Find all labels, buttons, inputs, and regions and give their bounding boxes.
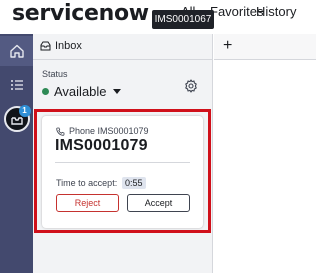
- gear-icon[interactable]: [184, 79, 198, 93]
- nav-history-menu[interactable]: History: [256, 4, 296, 19]
- tab-strip: +: [214, 34, 316, 60]
- inbox-title: Inbox: [55, 40, 82, 52]
- reject-button[interactable]: Reject: [56, 194, 119, 212]
- list-icon: [10, 80, 23, 90]
- top-bar: servicenow All Favorites History IMS0001…: [0, 0, 316, 34]
- left-rail: 1: [0, 34, 33, 273]
- status-value: Available: [54, 83, 107, 99]
- card-title: IMS0001079: [55, 137, 148, 154]
- phone-icon: [56, 127, 65, 136]
- interaction-card[interactable]: Phone IMS0001079 IMS0001079 Time to acce…: [42, 116, 203, 228]
- accept-button[interactable]: Accept: [127, 194, 190, 212]
- home-icon: [9, 44, 24, 58]
- inbox-icon: [40, 41, 51, 51]
- servicenow-logo[interactable]: servicenow: [12, 1, 149, 26]
- status-dot-icon: [42, 87, 49, 95]
- time-to-accept-label: Time to accept:: [56, 178, 118, 188]
- time-to-accept-value: 0:55: [122, 177, 146, 189]
- rail-home-button[interactable]: [0, 36, 33, 66]
- caret-down-icon: [112, 88, 121, 94]
- workspace-root: servicenow All Favorites History IMS0001…: [0, 0, 316, 273]
- rail-inbox-button[interactable]: 1: [0, 104, 33, 134]
- tooltip: IMS0001067: [152, 10, 214, 29]
- agent-inbox-avatar: 1: [3, 105, 31, 132]
- add-tab-icon[interactable]: +: [223, 37, 232, 55]
- status-label: Status: [42, 69, 68, 79]
- card-subtitle-row: Phone IMS0001079: [56, 126, 149, 136]
- rail-list-button[interactable]: [0, 70, 33, 100]
- workspace-content: +: [214, 34, 316, 273]
- status-dropdown[interactable]: Available: [42, 83, 121, 99]
- card-subtitle: Phone IMS0001079: [69, 126, 149, 136]
- inbox-header: Inbox: [33, 34, 213, 60]
- inbox-count-badge: 1: [18, 105, 31, 117]
- card-divider: [55, 162, 190, 163]
